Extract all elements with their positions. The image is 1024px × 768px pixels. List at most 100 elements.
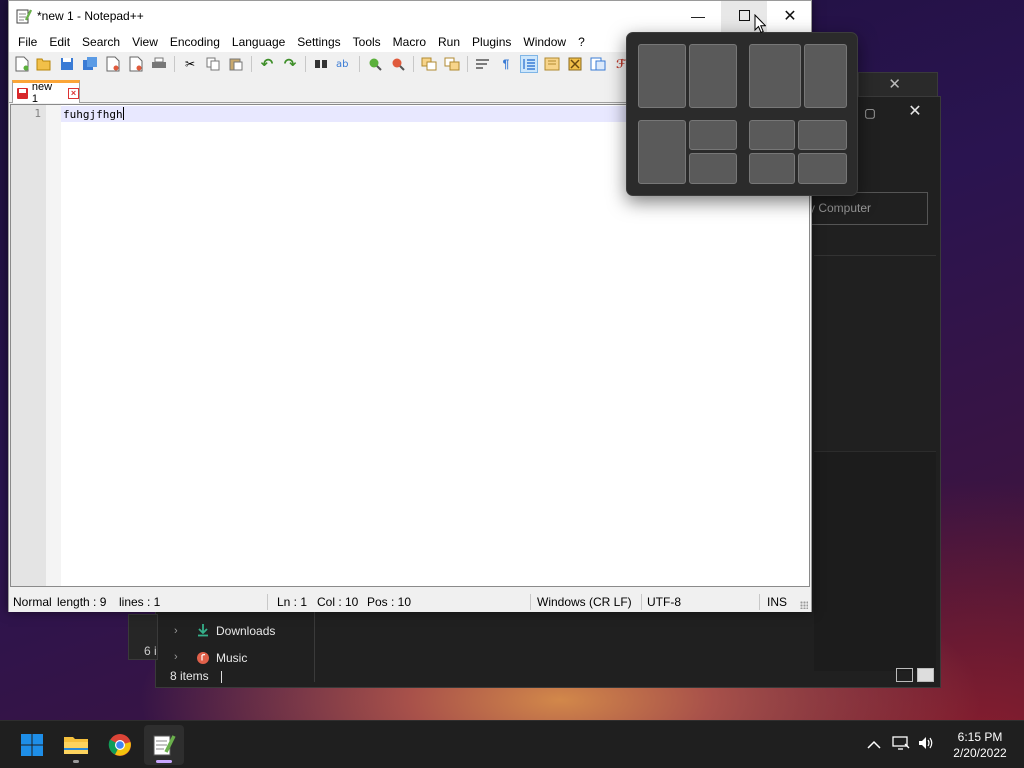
status-separator: [530, 594, 531, 610]
taskbar: 6:15 PM 2/20/2022: [0, 720, 1024, 768]
replace-icon[interactable]: ab: [335, 55, 353, 73]
explorer-item-count: 8 items: [170, 669, 209, 683]
toolbar-separator: [251, 56, 252, 72]
snap-layout-top-right[interactable]: [689, 120, 737, 150]
close-file-icon[interactable]: [104, 55, 122, 73]
menu-settings[interactable]: Settings: [291, 32, 346, 52]
details-view-icon[interactable]: [896, 668, 913, 682]
redo-icon[interactable]: ↷: [281, 55, 299, 73]
chevron-right-icon[interactable]: ›: [174, 651, 194, 663]
snap-layout-two-columns-left[interactable]: [638, 44, 686, 108]
file-explorer-icon: [64, 737, 88, 754]
status-line: Ln : 1: [277, 595, 308, 609]
title-bar[interactable]: *new 1 - Notepad++ — ✕: [9, 1, 811, 32]
new-file-icon[interactable]: [13, 55, 31, 73]
explorer-close-icon[interactable]: ✕: [900, 101, 930, 123]
menu-window[interactable]: Window: [517, 32, 572, 52]
undo-icon[interactable]: ↶: [258, 55, 276, 73]
snap-layout-quad-bottom-left[interactable]: [749, 153, 795, 184]
toolbar-separator: [359, 56, 360, 72]
large-icons-view-icon[interactable]: [917, 668, 934, 682]
find-icon[interactable]: [312, 55, 330, 73]
zoom-out-icon[interactable]: [389, 55, 407, 73]
menu-help[interactable]: ?: [572, 32, 591, 52]
taskbar-file-explorer[interactable]: [56, 725, 96, 765]
menu-macro[interactable]: Macro: [387, 32, 432, 52]
background-window-titlebar[interactable]: ✕: [858, 72, 938, 97]
status-insert-mode: INS: [767, 595, 788, 609]
snap-layout-quad-top-right[interactable]: [798, 120, 847, 150]
menu-edit[interactable]: Edit: [43, 32, 76, 52]
explorer-maximize-icon[interactable]: ▢: [858, 103, 882, 123]
print-icon[interactable]: [150, 55, 168, 73]
sync-horizontal-icon[interactable]: [443, 55, 461, 73]
snap-layout-quad-bottom-right[interactable]: [798, 153, 847, 184]
nav-item-music[interactable]: › Music: [174, 651, 247, 665]
clock-date: 2/20/2022: [953, 746, 1007, 760]
explorer-item-count-partial: 6 i: [144, 644, 157, 658]
running-indicator: [73, 760, 79, 763]
explorer-search-input[interactable]: y Computer: [804, 192, 928, 225]
menu-plugins[interactable]: Plugins: [466, 32, 517, 52]
language-icon[interactable]: [543, 55, 561, 73]
zoom-in-icon[interactable]: [366, 55, 384, 73]
status-length: length : 9: [57, 595, 107, 609]
windows-start-icon: [21, 734, 43, 756]
menu-file[interactable]: File: [12, 32, 43, 52]
taskbar-chrome[interactable]: [100, 725, 140, 765]
sync-vertical-icon[interactable]: [420, 55, 438, 73]
background-close-icon[interactable]: ✕: [888, 75, 901, 93]
save-all-icon[interactable]: [81, 55, 99, 73]
editor-text[interactable]: fuhgjfhgh: [63, 107, 124, 121]
function-list-icon[interactable]: [589, 55, 607, 73]
snap-layout-narrow-right[interactable]: [804, 44, 847, 108]
snap-layout-two-columns-right[interactable]: [689, 44, 737, 108]
network-icon[interactable]: [891, 735, 911, 755]
show-all-characters-icon[interactable]: ¶: [497, 55, 515, 73]
explorer-view-toggle: [896, 668, 934, 682]
nav-item-downloads[interactable]: › Downloads: [174, 620, 275, 642]
editor-line-content: fuhgjfhgh: [63, 108, 123, 121]
explorer-preview-pane: [814, 451, 936, 671]
chevron-up-icon[interactable]: [864, 735, 884, 755]
fold-margin[interactable]: [46, 105, 61, 586]
cut-icon[interactable]: ✂: [181, 55, 199, 73]
menu-run[interactable]: Run: [432, 32, 466, 52]
word-wrap-icon[interactable]: [474, 55, 492, 73]
status-mode: Normal: [13, 595, 52, 609]
chevron-right-icon[interactable]: ›: [174, 625, 194, 637]
menu-encoding[interactable]: Encoding: [164, 32, 226, 52]
tab-new-1[interactable]: new 1 ×: [12, 80, 80, 105]
snap-layout-quad-top-left[interactable]: [749, 120, 795, 150]
snap-layout-main-left[interactable]: [638, 120, 686, 184]
mouse-cursor-icon: [754, 14, 766, 34]
taskbar-notepad-plus-plus[interactable]: [144, 725, 184, 765]
menu-tools[interactable]: Tools: [347, 32, 387, 52]
copy-icon[interactable]: [204, 55, 222, 73]
second-explorer-window: 6 i: [128, 614, 158, 660]
status-eol: Windows (CR LF): [537, 595, 632, 609]
tab-close-icon[interactable]: ×: [68, 87, 79, 99]
resize-grip[interactable]: [800, 601, 808, 609]
menu-language[interactable]: Language: [226, 32, 291, 52]
minimize-button[interactable]: —: [675, 1, 721, 32]
close-button[interactable]: ✕: [767, 1, 813, 32]
close-all-icon[interactable]: [127, 55, 145, 73]
document-map-icon[interactable]: [566, 55, 584, 73]
save-icon[interactable]: [58, 55, 76, 73]
download-icon: [194, 623, 212, 640]
tab-label: new 1: [31, 81, 53, 105]
text-caret: [122, 107, 124, 120]
svg-text:ab: ab: [336, 59, 348, 70]
indent-guide-icon[interactable]: [520, 55, 538, 73]
system-clock[interactable]: 6:15 PM 2/20/2022: [944, 729, 1016, 761]
menu-search[interactable]: Search: [76, 32, 126, 52]
snap-layout-bottom-right[interactable]: [689, 153, 737, 184]
volume-icon[interactable]: [916, 735, 936, 755]
snap-layout-wide-left[interactable]: [749, 44, 801, 108]
paste-icon[interactable]: [227, 55, 245, 73]
toolbar-separator: [467, 56, 468, 72]
menu-view[interactable]: View: [126, 32, 164, 52]
start-button[interactable]: [12, 725, 52, 765]
open-file-icon[interactable]: [35, 55, 53, 73]
